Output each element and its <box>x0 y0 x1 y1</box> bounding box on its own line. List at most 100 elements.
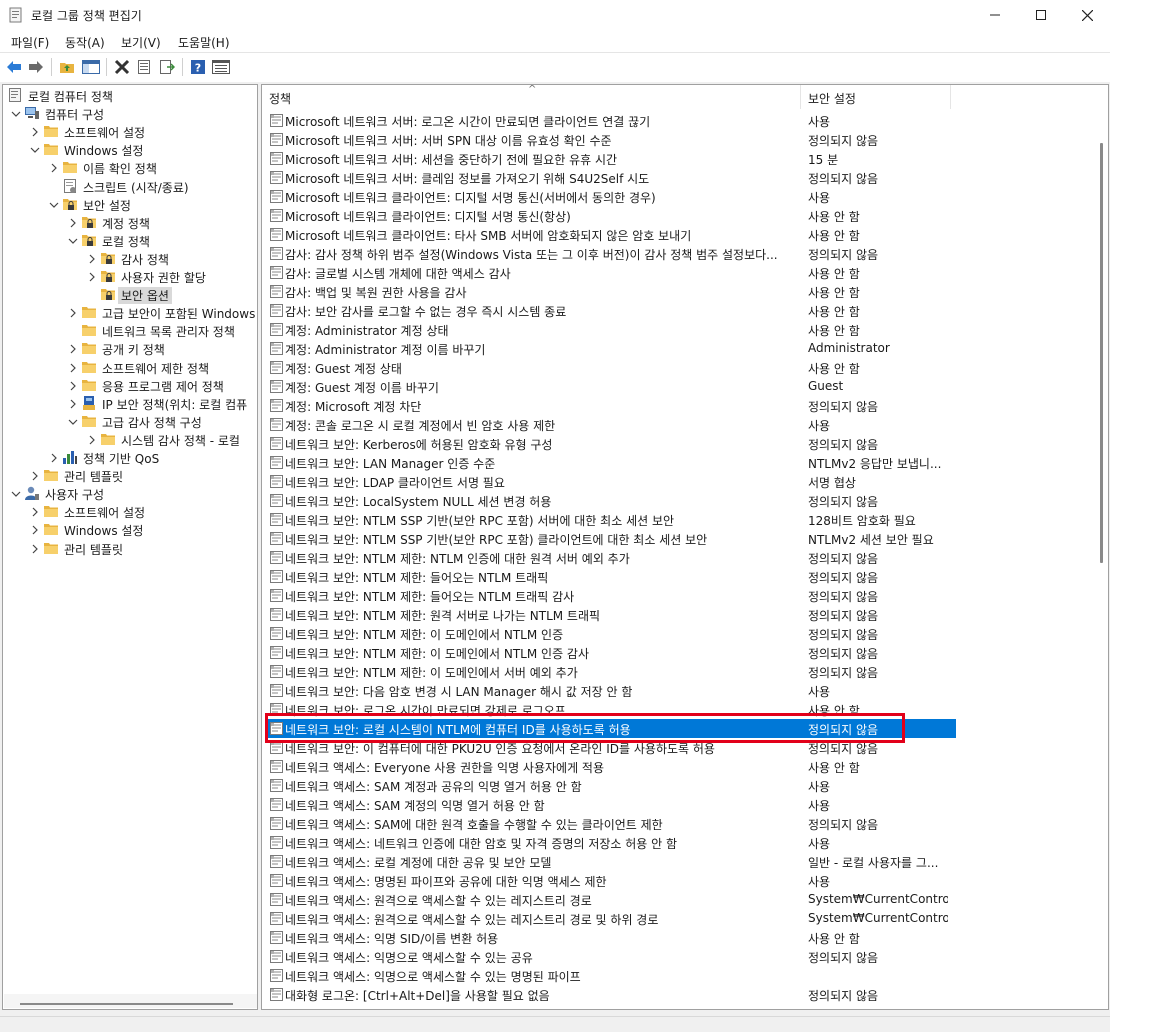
policy-row[interactable]: 계정: Administrator 계정 상태 사용 안 함 <box>262 320 1108 339</box>
close-button[interactable] <box>1064 0 1110 30</box>
policy-row[interactable]: 네트워크 액세스: 로컬 계정에 대한 공유 및 보안 모델 일반 - 로컬 사용… <box>262 852 1108 871</box>
maximize-button[interactable] <box>1018 0 1064 30</box>
policy-row[interactable]: 네트워크 보안: NTLM 제한: 이 도메인에서 NTLM 인증 감사 정의되지… <box>262 643 1108 662</box>
column-divider[interactable] <box>950 85 951 109</box>
tree-horizontal-scrollbar[interactable] <box>4 994 257 1008</box>
chevron-right-icon[interactable] <box>68 398 78 409</box>
list-scroll-thumb[interactable] <box>1100 143 1103 563</box>
policy-row[interactable]: 네트워크 액세스: SAM 계정의 익명 열거 허용 안 함 사용 <box>262 795 1108 814</box>
tree-item[interactable]: 고급 감사 정책 구성 <box>3 412 257 430</box>
menu-action[interactable]: 동작(A) <box>65 34 105 51</box>
policy-row[interactable]: 계정: 콘솔 로그온 시 로컬 계정에서 빈 암호 사용 제한 사용 <box>262 415 1108 434</box>
chevron-down-icon[interactable] <box>68 416 78 426</box>
help-button[interactable]: ? <box>189 58 207 76</box>
chevron-right-icon[interactable] <box>87 271 97 282</box>
policy-row[interactable]: 네트워크 보안: 로그온 시간이 만료되면 강제로 로그오프 사용 안 함 <box>262 700 1108 719</box>
policy-row[interactable]: 감사: 백업 및 복원 권한 사용을 감사 사용 안 함 <box>262 282 1108 301</box>
column-divider[interactable] <box>800 85 801 109</box>
policy-row[interactable]: 네트워크 액세스: 명명된 파이프와 공유에 대한 익명 액세스 제한 사용 <box>262 871 1108 890</box>
policy-row[interactable]: 네트워크 보안: 다음 암호 변경 시 LAN Manager 해시 값 저장 … <box>262 681 1108 700</box>
policy-row[interactable]: 감사: 글로벌 시스템 개체에 대한 액세스 감사 사용 안 함 <box>262 263 1108 282</box>
tree-item[interactable]: 공개 키 정책 <box>3 339 257 357</box>
tree-scroll-thumb[interactable] <box>20 1003 233 1005</box>
tree-item[interactable]: 소프트웨어 설정 <box>3 122 257 140</box>
minimize-button[interactable] <box>972 0 1018 30</box>
chevron-right-icon[interactable] <box>30 543 40 553</box>
back-button[interactable] <box>5 58 23 76</box>
policy-row[interactable]: 네트워크 보안: NTLM 제한: 들어오는 NTLM 트래픽 정의되지 않음 <box>262 567 1108 586</box>
policy-row[interactable]: 네트워크 보안: LDAP 클라이언트 서명 필요 서명 협상 <box>262 472 1108 491</box>
chevron-right-icon[interactable] <box>87 434 97 445</box>
menu-help[interactable]: 도움말(H) <box>178 34 230 51</box>
policy-row[interactable]: 네트워크 액세스: 원격으로 액세스할 수 있는 레지스트리 경로 System₩… <box>262 890 1108 909</box>
policy-row[interactable]: 네트워크 액세스: SAM 계정과 공유의 익명 열거 허용 안 함 사용 <box>262 776 1108 795</box>
policy-row[interactable]: 네트워크 보안: NTLM 제한: NTLM 인증에 대한 원격 서버 예외 추… <box>262 548 1108 567</box>
tree-item[interactable]: 응용 프로그램 제어 정책 <box>3 376 257 394</box>
tree-item[interactable]: 시스템 감사 정책 - 로컬 <box>3 430 257 448</box>
tree-item[interactable]: 이름 확인 정책 <box>3 158 257 176</box>
tree-item[interactable]: 감사 정책 <box>3 249 257 267</box>
properties-button[interactable] <box>135 58 153 76</box>
export-list-button[interactable] <box>158 58 176 76</box>
policy-row[interactable]: 네트워크 보안: 로컬 시스템이 NTLM에 컴퓨터 ID를 사용하도록 허용 정… <box>268 719 956 738</box>
policy-row[interactable]: 네트워크 액세스: Everyone 사용 권한을 익명 사용자에게 적용 사용 … <box>262 757 1108 776</box>
chevron-right-icon[interactable] <box>49 162 59 173</box>
policy-row[interactable]: 네트워크 보안: Kerberos에 허용된 암호화 유형 구성 정의되지 않음 <box>262 434 1108 453</box>
policy-row[interactable]: 네트워크 보안: NTLM 제한: 들어오는 NTLM 트래픽 감사 정의되지 않… <box>262 586 1108 605</box>
up-folder-button[interactable] <box>58 58 76 76</box>
chevron-right-icon[interactable] <box>30 470 40 481</box>
policy-row[interactable]: 네트워크 보안: LAN Manager 인증 수준 NTLMv2 응답만 보냅니… <box>262 453 1108 472</box>
tree-item[interactable]: 계정 정책 <box>3 213 257 231</box>
tree-item[interactable]: 소프트웨어 제한 정책 <box>3 358 257 376</box>
chevron-down-icon[interactable] <box>30 144 40 154</box>
policy-row[interactable]: 네트워크 보안: NTLM 제한: 이 도메인에서 서버 예외 추가 정의되지 않… <box>262 662 1108 681</box>
policy-row[interactable]: 네트워크 액세스: 네트워크 인증에 대한 암호 및 자격 증명의 저장소 허용… <box>262 833 1108 852</box>
tree-item[interactable]: 로컬 컴퓨터 정책 <box>3 86 257 104</box>
policy-row[interactable]: Microsoft 네트워크 클라이언트: 디지털 서명 통신(서버에서 동의한… <box>262 187 1108 206</box>
tree-item[interactable]: Windows 설정 <box>3 520 257 538</box>
show-hide-tree-button[interactable] <box>82 58 100 76</box>
policy-row[interactable]: 감사: 감사 정책 하위 범주 설정(Windows Vista 또는 그 이후… <box>262 244 1108 263</box>
tree-item[interactable]: 로컬 정책 <box>3 231 257 249</box>
policy-row[interactable]: Microsoft 네트워크 클라이언트: 디지털 서명 통신(항상) 사용 안 … <box>262 206 1108 225</box>
policy-row[interactable]: 네트워크 액세스: 익명 SID/이름 변환 허용 사용 안 함 <box>262 928 1108 947</box>
chevron-right-icon[interactable] <box>49 452 59 463</box>
tree-item[interactable]: 네트워크 목록 관리자 정책 <box>3 321 257 339</box>
chevron-right-icon[interactable] <box>68 380 78 391</box>
chevron-right-icon[interactable] <box>30 126 40 137</box>
column-policy[interactable]: 정책 <box>269 90 291 107</box>
chevron-right-icon[interactable] <box>68 362 78 372</box>
tree-item[interactable]: 컴퓨터 구성 <box>3 104 257 122</box>
column-security-setting[interactable]: 보안 설정 <box>808 90 856 107</box>
tree-item[interactable]: IP 보안 정책(위치: 로컬 컴퓨 <box>3 394 257 412</box>
policy-row[interactable]: 대화형 로그온: [Ctrl+Alt+Del]을 사용할 필요 없음 정의되지 않… <box>262 985 1108 1004</box>
chevron-right-icon[interactable] <box>30 524 40 535</box>
policy-row[interactable]: Microsoft 네트워크 서버: 클레임 정보를 가져오기 위해 S4U2S… <box>262 168 1108 187</box>
chevron-down-icon[interactable] <box>11 488 21 498</box>
tree-item[interactable]: 보안 설정 <box>3 195 257 213</box>
chevron-right-icon[interactable] <box>68 343 78 354</box>
policy-row[interactable]: 네트워크 액세스: 익명으로 액세스할 수 있는 명명된 파이프 <box>262 966 1108 985</box>
policy-row[interactable]: 계정: Microsoft 계정 차단 정의되지 않음 <box>262 396 1108 415</box>
policy-row[interactable]: 네트워크 보안: LocalSystem NULL 세션 변경 허용 정의되지 않… <box>262 491 1108 510</box>
chevron-right-icon[interactable] <box>68 307 78 318</box>
policy-row[interactable]: 네트워크 액세스: SAM에 대한 원격 호출을 수행할 수 있는 클라이언트 … <box>262 814 1108 833</box>
list-vertical-scrollbar[interactable] <box>1096 113 1106 1007</box>
tree-item[interactable]: 소프트웨어 설정 <box>3 502 257 520</box>
tree-item[interactable]: 스크립트 (시작/종료) <box>3 177 257 195</box>
delete-button[interactable] <box>113 58 131 76</box>
tree-item[interactable]: 고급 보안이 포함된 Windows <box>3 303 257 321</box>
chevron-right-icon[interactable] <box>68 217 78 228</box>
policy-row[interactable]: 계정: Administrator 계정 이름 바꾸기 Administrator <box>262 339 1108 358</box>
chevron-right-icon[interactable] <box>30 506 40 517</box>
chevron-down-icon[interactable] <box>68 235 78 245</box>
details-view-button[interactable] <box>212 58 230 76</box>
tree-item[interactable]: 보안 옵션 <box>3 285 257 305</box>
tree-item[interactable]: Windows 설정 <box>3 140 257 158</box>
tree-item[interactable]: 관리 템플릿 <box>3 466 257 484</box>
policy-row[interactable]: 감사: 보안 감사를 로그할 수 없는 경우 즉시 시스템 종료 사용 안 함 <box>262 301 1108 320</box>
tree-item[interactable]: 사용자 권한 할당 <box>3 267 257 285</box>
policy-row[interactable]: Microsoft 네트워크 서버: 로그온 시간이 만료되면 클라이언트 연결… <box>262 111 1108 130</box>
chevron-right-icon[interactable] <box>87 253 97 264</box>
policy-row[interactable]: 네트워크 보안: NTLM 제한: 원격 서버로 나가는 NTLM 트래픽 정의되… <box>262 605 1108 624</box>
